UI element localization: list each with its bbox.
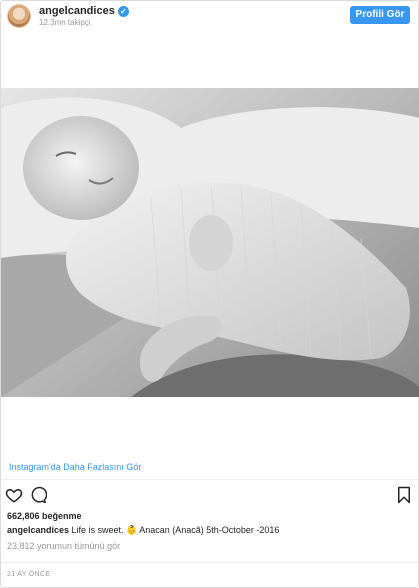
baby-photo-illustration bbox=[1, 88, 419, 397]
post-caption: angelcandices Life is sweet. 👶 Anacan (A… bbox=[7, 525, 279, 536]
comment-icon[interactable] bbox=[29, 486, 47, 504]
view-profile-button[interactable]: Profili Gör bbox=[350, 6, 410, 24]
followers-count: 12.3mn takipçi bbox=[39, 18, 91, 27]
action-bar bbox=[5, 486, 415, 506]
username[interactable]: angelcandices bbox=[39, 5, 115, 17]
view-all-comments-link[interactable]: 23,812 yorumun tümünü gör bbox=[7, 541, 120, 551]
post-timestamp: 21 AY ÖNCE bbox=[7, 571, 51, 578]
caption-username[interactable]: angelcandices bbox=[7, 525, 69, 535]
username-row[interactable]: angelcandices ✓ bbox=[39, 5, 129, 17]
divider bbox=[1, 562, 418, 563]
view-more-link[interactable]: Instagram'da Daha Fazlasını Gör bbox=[9, 462, 141, 472]
instagram-embed: angelcandices ✓ 12.3mn takipçi Profili G… bbox=[0, 0, 419, 588]
post-photo[interactable] bbox=[1, 88, 419, 397]
heart-icon[interactable] bbox=[5, 486, 23, 504]
post-header: angelcandices ✓ 12.3mn takipçi Profili G… bbox=[1, 1, 418, 34]
caption-text: Life is sweet. 👶 Anacan (Anacã) 5th-Octo… bbox=[69, 525, 280, 535]
avatar[interactable] bbox=[7, 4, 31, 28]
divider bbox=[1, 479, 418, 480]
verified-badge-icon: ✓ bbox=[117, 5, 129, 17]
bookmark-icon[interactable] bbox=[395, 486, 413, 504]
likes-count[interactable]: 662,806 beğenme bbox=[7, 511, 82, 521]
